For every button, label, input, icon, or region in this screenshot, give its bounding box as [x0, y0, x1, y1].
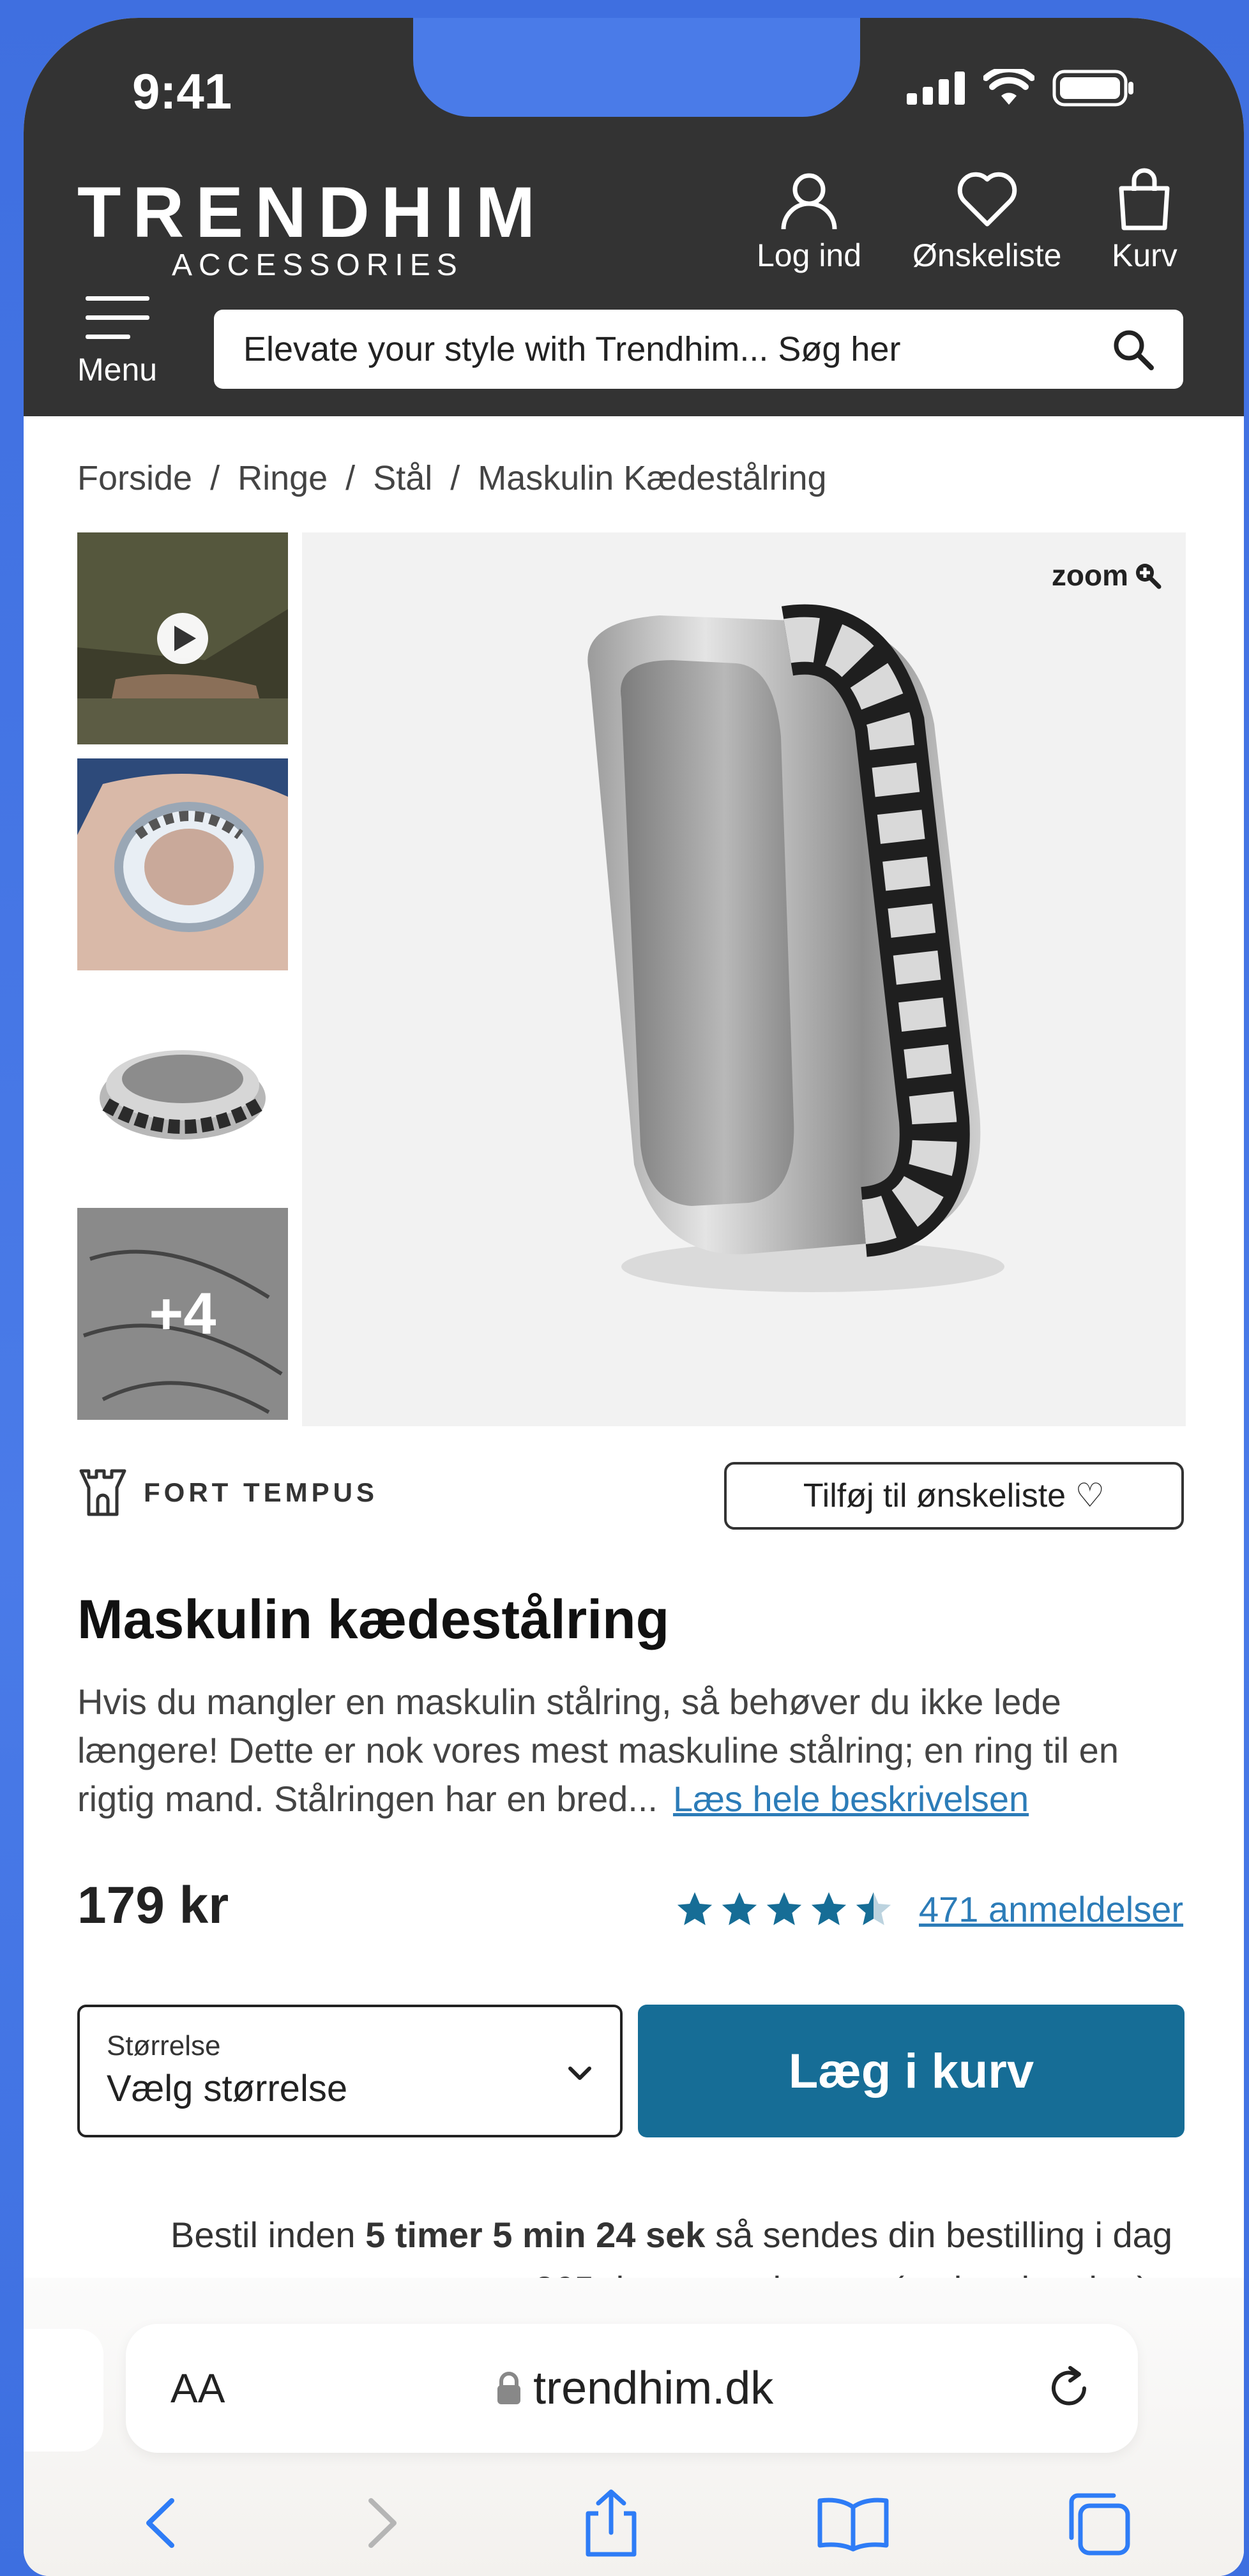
tabs-icon[interactable]	[1063, 2488, 1133, 2558]
breadcrumb-separator: /	[450, 459, 460, 497]
zoom-in-icon	[1136, 564, 1162, 589]
delivery-suffix: så sendes din bestilling i dag	[705, 2215, 1172, 2255]
size-select[interactable]: Størrelse Vælg størrelse	[77, 2005, 623, 2137]
thumbnail-ring[interactable]	[77, 983, 288, 1195]
breadcrumb-rings[interactable]: Ringe	[238, 458, 328, 498]
address-bar[interactable]: AA trendhim.dk	[126, 2324, 1138, 2453]
login-button[interactable]: Log ind	[757, 168, 861, 274]
video-thumbnail-image	[77, 532, 288, 744]
cart-label: Kurv	[1112, 237, 1177, 273]
star-icon	[677, 1892, 713, 1925]
wishlist-header-button[interactable]: Ønskeliste	[912, 168, 1061, 274]
breadcrumb-current: Maskulin Kædestålring	[478, 459, 827, 497]
size-label: Størrelse	[107, 2030, 221, 2061]
phone-screen: 9:41 TRENDHIM ACCESSORIES Log ind Ønskel…	[24, 18, 1244, 2576]
wifi-icon	[983, 69, 1034, 105]
product-description: Hvis du mangler en maskulin stålring, så…	[77, 1678, 1188, 1823]
product-price: 179 kr	[77, 1876, 229, 1934]
browser-chrome: AA trendhim.dk	[24, 2278, 1244, 2576]
star-icon	[856, 1892, 891, 1925]
zoom-button[interactable]: zoom	[1052, 558, 1162, 592]
reload-icon[interactable]	[1045, 2364, 1093, 2413]
site-header: 9:41 TRENDHIM ACCESSORIES Log ind Ønskel…	[24, 18, 1244, 416]
login-label: Log ind	[757, 237, 862, 273]
star-icon	[811, 1892, 847, 1925]
battery-icon	[1052, 70, 1133, 107]
zoom-label: zoom	[1051, 559, 1128, 592]
wishlist-label: Ønskeliste	[912, 237, 1062, 273]
cart-header-button[interactable]: Kurv	[1112, 168, 1177, 274]
search-icon[interactable]	[1112, 328, 1154, 370]
user-icon	[781, 173, 837, 230]
chevron-down-icon	[568, 2067, 591, 2080]
text-size-button[interactable]: AA	[170, 2365, 225, 2412]
breadcrumb-home[interactable]: Forside	[77, 458, 192, 498]
device-notch	[413, 18, 860, 117]
breadcrumb-separator: /	[210, 459, 220, 497]
browser-toolbar	[24, 2469, 1244, 2576]
heart-icon	[957, 172, 1017, 227]
brand-name: FORT TEMPUS	[144, 1477, 378, 1507]
shopping-bag-icon	[1119, 168, 1170, 230]
rating-summary[interactable]: 471 anmeldelser	[675, 1888, 1183, 1930]
ring-side-image	[77, 983, 288, 1195]
thumbnail-more[interactable]: +4	[77, 1208, 288, 1420]
forward-icon[interactable]	[357, 2494, 408, 2552]
menu-label: Menu	[77, 352, 158, 388]
status-time: 9:41	[132, 63, 232, 119]
more-images-count: +4	[149, 1281, 216, 1346]
menu-button[interactable]: Menu	[77, 292, 157, 388]
search-input[interactable]: Elevate your style with Trendhim... Søg …	[214, 310, 1183, 389]
share-icon[interactable]	[579, 2488, 643, 2558]
main-product-image[interactable]: zoom	[302, 532, 1186, 1426]
delivery-notice: Bestil inden 5 timer 5 min 24 sek så sen…	[170, 2214, 1172, 2256]
bookmarks-icon[interactable]	[815, 2494, 891, 2552]
hamburger-icon	[85, 296, 149, 339]
thumbnail-hand[interactable]	[77, 758, 288, 970]
previous-tab[interactable]	[24, 2329, 103, 2452]
signal-icon	[907, 72, 965, 105]
size-value: Vælg størrelse	[107, 2068, 348, 2109]
search-placeholder: Elevate your style with Trendhim... Søg …	[243, 330, 901, 368]
url-text: trendhim.dk	[533, 2363, 774, 2414]
breadcrumb-separator: /	[345, 459, 356, 497]
star-icon	[766, 1892, 802, 1925]
breadcrumb-steel[interactable]: Stål	[373, 458, 432, 498]
back-icon[interactable]	[135, 2494, 186, 2552]
breadcrumb: Forside / Ringe / Stål / Maskulin Kædest…	[77, 458, 827, 498]
status-icons	[907, 69, 1135, 107]
product-title: Maskulin kædestålring	[77, 1589, 670, 1650]
delivery-countdown: 5 timer 5 min 24 sek	[365, 2215, 706, 2255]
ring-illustration	[587, 604, 1004, 1292]
add-to-cart-button[interactable]: Læg i kurv	[638, 2005, 1185, 2137]
castle-tower-icon	[79, 1469, 126, 1516]
read-more-link[interactable]: Læs hele beskrivelsen	[673, 1779, 1029, 1819]
lock-icon	[497, 2372, 521, 2404]
delivery-prefix: Bestil inden	[170, 2215, 366, 2255]
hand-ring-image	[77, 758, 288, 970]
star-rating	[675, 1890, 893, 1929]
logo-trendhim[interactable]: TRENDHIM	[77, 171, 547, 253]
add-to-wishlist-button[interactable]: Tilføj til ønskeliste ♡	[724, 1462, 1184, 1530]
logo-subtitle: ACCESSORIES	[172, 248, 464, 282]
star-icon	[722, 1892, 757, 1925]
reviews-link[interactable]: 471 anmeldelser	[919, 1888, 1183, 1930]
url-display[interactable]: trendhim.dk	[496, 2362, 773, 2414]
thumbnail-video[interactable]	[77, 532, 288, 744]
brand-link[interactable]: FORT TEMPUS	[77, 1467, 378, 1518]
